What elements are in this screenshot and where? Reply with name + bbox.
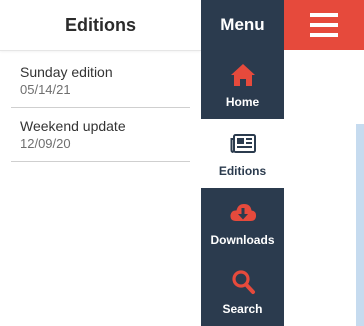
- menu-item-home[interactable]: Home: [201, 50, 284, 119]
- content-panel-edge: [356, 124, 364, 326]
- menu-item-downloads[interactable]: Downloads: [201, 188, 284, 257]
- menu-title: Menu: [220, 15, 265, 34]
- hamburger-menu-icon: [310, 13, 338, 37]
- list-item[interactable]: Weekend update 12/09/20: [11, 108, 190, 162]
- edition-date: 05/14/21: [20, 82, 71, 97]
- home-icon: [230, 63, 255, 86]
- edition-date: 12/09/20: [20, 136, 71, 151]
- editions-title: Editions: [0, 0, 201, 51]
- menu-sidebar: Menu Home Editions Downloads Search: [201, 0, 284, 326]
- main-content-area: [284, 50, 364, 326]
- list-item[interactable]: Sunday edition 05/14/21: [11, 51, 190, 108]
- edition-title: Sunday edition: [20, 64, 113, 80]
- menu-item-search[interactable]: Search: [201, 257, 284, 326]
- search-icon: [231, 269, 255, 294]
- editions-panel: Editions Sunday edition 05/14/21 Weekend…: [0, 0, 201, 326]
- hamburger-button[interactable]: [284, 0, 364, 50]
- menu-item-label: Search: [222, 301, 263, 316]
- menu-item-editions[interactable]: Editions: [201, 119, 284, 188]
- menu-item-label: Editions: [218, 163, 267, 178]
- menu-item-label: Home: [225, 94, 260, 109]
- menu-item-label: Downloads: [210, 232, 275, 247]
- editions-list: Sunday edition 05/14/21 Weekend update 1…: [0, 51, 201, 162]
- cloud-download-icon: [229, 203, 256, 221]
- edition-title: Weekend update: [20, 118, 126, 134]
- newspaper-icon: [230, 133, 256, 153]
